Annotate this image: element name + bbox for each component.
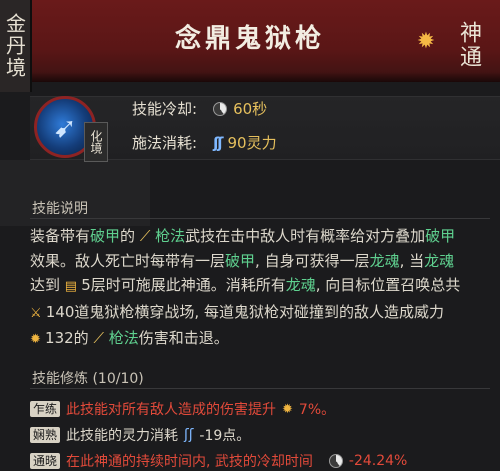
cost-row: 施法消耗: ʃʃ 90灵力 bbox=[132, 132, 277, 153]
desc-text: 装备带有 bbox=[30, 227, 91, 245]
training-tag: 乍练 bbox=[30, 401, 61, 417]
training-title: 技能修炼 (10/10) bbox=[32, 371, 144, 387]
training-text: 此技能对所有敌人造成的伤害提升 bbox=[66, 402, 277, 418]
keyword-dragon-soul: 龙魂 bbox=[369, 251, 400, 270]
scroll-icon: ▤ bbox=[64, 279, 82, 294]
desc-text: 武技在击中敌人时有概率给对方叠加 bbox=[185, 227, 426, 245]
training-tag: 通晓 bbox=[30, 453, 61, 469]
training-row: 乍练 此技能对所有敌人造成的伤害提升 ✹ 7%。 bbox=[30, 399, 335, 419]
mastery-badge: 化境 bbox=[84, 122, 108, 162]
training-row: 通晓 在此神通的持续时间内, 武技的冷却时间 -24.24% bbox=[30, 451, 407, 471]
training-tag: 娴熟 bbox=[30, 427, 61, 443]
desc-text: 的 bbox=[120, 227, 140, 245]
desc-text: 伤害和击退。 bbox=[138, 329, 229, 347]
cooldown-clock-icon bbox=[213, 101, 228, 116]
skill-description: 装备带有破甲的 ⟋ 枪法武技在击中敌人时有概率给对方叠加破甲 效果。敌人死亡时每… bbox=[30, 224, 480, 353]
desc-text: 达到 bbox=[30, 276, 65, 294]
cost-label: 施法消耗: bbox=[132, 134, 198, 152]
keyword-armor-break: 破甲 bbox=[225, 251, 256, 270]
category-badge: 神通 bbox=[448, 12, 488, 78]
keyword-armor-break: 破甲 bbox=[90, 227, 121, 245]
category-label: 神通 bbox=[456, 21, 481, 69]
desc-text: , 自身可获得一层 bbox=[255, 251, 370, 270]
desc-text: 5层时可施展此神通。消耗所有 bbox=[81, 276, 286, 294]
burst-icon: ✹ bbox=[30, 332, 46, 347]
desc-text: 140道鬼狱枪横穿战场, 每道鬼狱枪对碰撞到的敌人造成威力 bbox=[45, 302, 444, 321]
keyword-armor-break: 破甲 bbox=[425, 227, 456, 245]
desc-text: 效果。敌人死亡时每带有一层 bbox=[30, 251, 226, 270]
training-value: -19点。 bbox=[199, 428, 251, 444]
cooldown-clock-icon bbox=[328, 454, 343, 468]
burst-icon: ✹ bbox=[282, 401, 293, 417]
burst-icon: ✹ bbox=[416, 29, 436, 54]
description-divider bbox=[30, 218, 490, 219]
keyword-spear-art: 枪法 bbox=[108, 329, 139, 347]
training-value: -24.24% bbox=[348, 453, 408, 469]
training-text: 在此神通的持续时间内, 武技的冷却时间 bbox=[66, 454, 313, 470]
cooldown-label: 技能冷却: bbox=[132, 100, 198, 118]
desc-text: , 向目标位置召唤总共 bbox=[315, 276, 461, 294]
keyword-dragon-soul: 龙魂 bbox=[285, 276, 316, 294]
mana-swirl-icon: ʃʃ bbox=[184, 427, 194, 443]
training-divider bbox=[30, 388, 490, 389]
cooldown-value: 60秒 bbox=[233, 100, 268, 118]
training-row: 娴熟 此技能的灵力消耗 ʃʃ -19点。 bbox=[30, 425, 250, 445]
desc-text: , 当 bbox=[399, 251, 425, 270]
keyword-spear-art: 枪法 bbox=[155, 227, 186, 245]
mastery-label: 化境 bbox=[89, 130, 103, 154]
spear-icon: ⟋ bbox=[139, 227, 156, 245]
spear-icon: ⟋ bbox=[93, 329, 109, 347]
soldiers-icon: ⚔ bbox=[30, 305, 46, 321]
cost-value: 90灵力 bbox=[227, 134, 277, 152]
keyword-dragon-soul: 龙魂 bbox=[424, 251, 455, 270]
description-title: 技能说明 bbox=[32, 201, 88, 217]
desc-text: 132的 bbox=[45, 329, 94, 347]
mana-swirl-icon: ʃʃ bbox=[213, 133, 224, 152]
cooldown-row: 技能冷却: 60秒 bbox=[132, 98, 267, 119]
training-text: 此技能的灵力消耗 bbox=[66, 428, 179, 444]
training-value: 7%。 bbox=[298, 402, 336, 418]
